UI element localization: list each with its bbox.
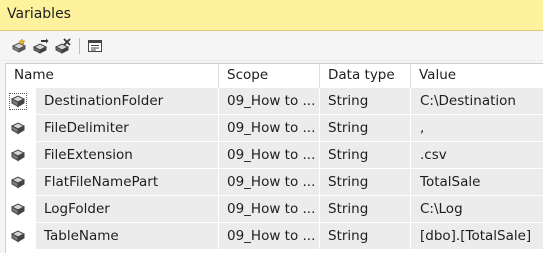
variables-grid[interactable]: Name Scope Data type Value DestinationFo… — [5, 63, 543, 253]
variable-data-type-cell[interactable]: String — [320, 169, 411, 196]
variable-row[interactable]: LogFolder 09_How to ... String C:\Log — [6, 196, 543, 223]
grid-options-icon[interactable] — [87, 38, 103, 54]
variable-scope-cell[interactable]: 09_How to ... — [219, 169, 320, 196]
column-header-data-type[interactable]: Data type — [320, 64, 411, 88]
variable-icon — [11, 176, 25, 189]
row-header[interactable] — [6, 142, 36, 169]
variable-value-cell[interactable]: C:\Destination — [411, 88, 543, 115]
column-header-scope[interactable]: Scope — [219, 64, 320, 88]
variable-name-cell[interactable]: LogFolder — [36, 196, 219, 223]
delete-variable-icon[interactable] — [54, 38, 71, 54]
row-header[interactable] — [6, 223, 36, 250]
variable-value-cell[interactable]: [dbo].[TotalSale] — [411, 223, 543, 250]
variable-name-cell[interactable]: DestinationFolder — [36, 88, 219, 115]
variable-scope-cell[interactable]: 09_How to ... — [219, 223, 320, 250]
variable-icon — [11, 230, 25, 243]
variable-value-cell[interactable]: TotalSale — [411, 169, 543, 196]
variable-value-cell[interactable]: , — [411, 115, 543, 142]
variable-data-type-cell[interactable]: String — [320, 223, 411, 250]
add-variable-icon[interactable] — [11, 38, 27, 54]
row-header[interactable] — [6, 88, 36, 115]
variable-name-cell[interactable]: FlatFileNamePart — [36, 169, 219, 196]
variable-icon — [11, 203, 25, 216]
panel-title-bar: Variables — [0, 0, 543, 31]
variable-value-cell[interactable]: C:\Log — [411, 196, 543, 223]
column-header-name[interactable]: Name — [6, 64, 219, 88]
panel-title: Variables — [7, 6, 71, 22]
variable-value-cell[interactable]: .csv — [411, 142, 543, 169]
variable-data-type-cell[interactable]: String — [320, 196, 411, 223]
variable-scope-cell[interactable]: 09_How to ... — [219, 196, 320, 223]
move-variable-icon[interactable] — [32, 38, 49, 54]
variable-name-cell[interactable]: FileDelimiter — [36, 115, 219, 142]
row-header[interactable] — [6, 115, 36, 142]
variable-name-cell[interactable]: TableName — [36, 223, 219, 250]
variable-row[interactable]: FileExtension 09_How to ... String .csv — [6, 142, 543, 169]
variable-data-type-cell[interactable]: String — [320, 142, 411, 169]
variable-row[interactable]: FileDelimiter 09_How to ... String , — [6, 115, 543, 142]
variable-name-cell[interactable]: FileExtension — [36, 142, 219, 169]
variable-icon — [11, 122, 25, 135]
variable-row[interactable]: DestinationFolder 09_How to ... String C… — [6, 88, 543, 115]
row-header[interactable] — [6, 169, 36, 196]
grid-header: Name Scope Data type Value — [6, 64, 543, 88]
variable-icon — [11, 149, 25, 162]
toolbar-separator — [79, 38, 80, 54]
variable-row[interactable]: TableName 09_How to ... String [dbo].[To… — [6, 223, 543, 250]
toolbar — [0, 31, 543, 61]
variable-data-type-cell[interactable]: String — [320, 88, 411, 115]
variable-data-type-cell[interactable]: String — [320, 115, 411, 142]
variable-row[interactable]: FlatFileNamePart 09_How to ... String To… — [6, 169, 543, 196]
column-header-value[interactable]: Value — [411, 64, 543, 88]
variable-icon — [9, 93, 27, 110]
variable-scope-cell[interactable]: 09_How to ... — [219, 115, 320, 142]
row-header[interactable] — [6, 196, 36, 223]
variable-scope-cell[interactable]: 09_How to ... — [219, 142, 320, 169]
variable-scope-cell[interactable]: 09_How to ... — [219, 88, 320, 115]
